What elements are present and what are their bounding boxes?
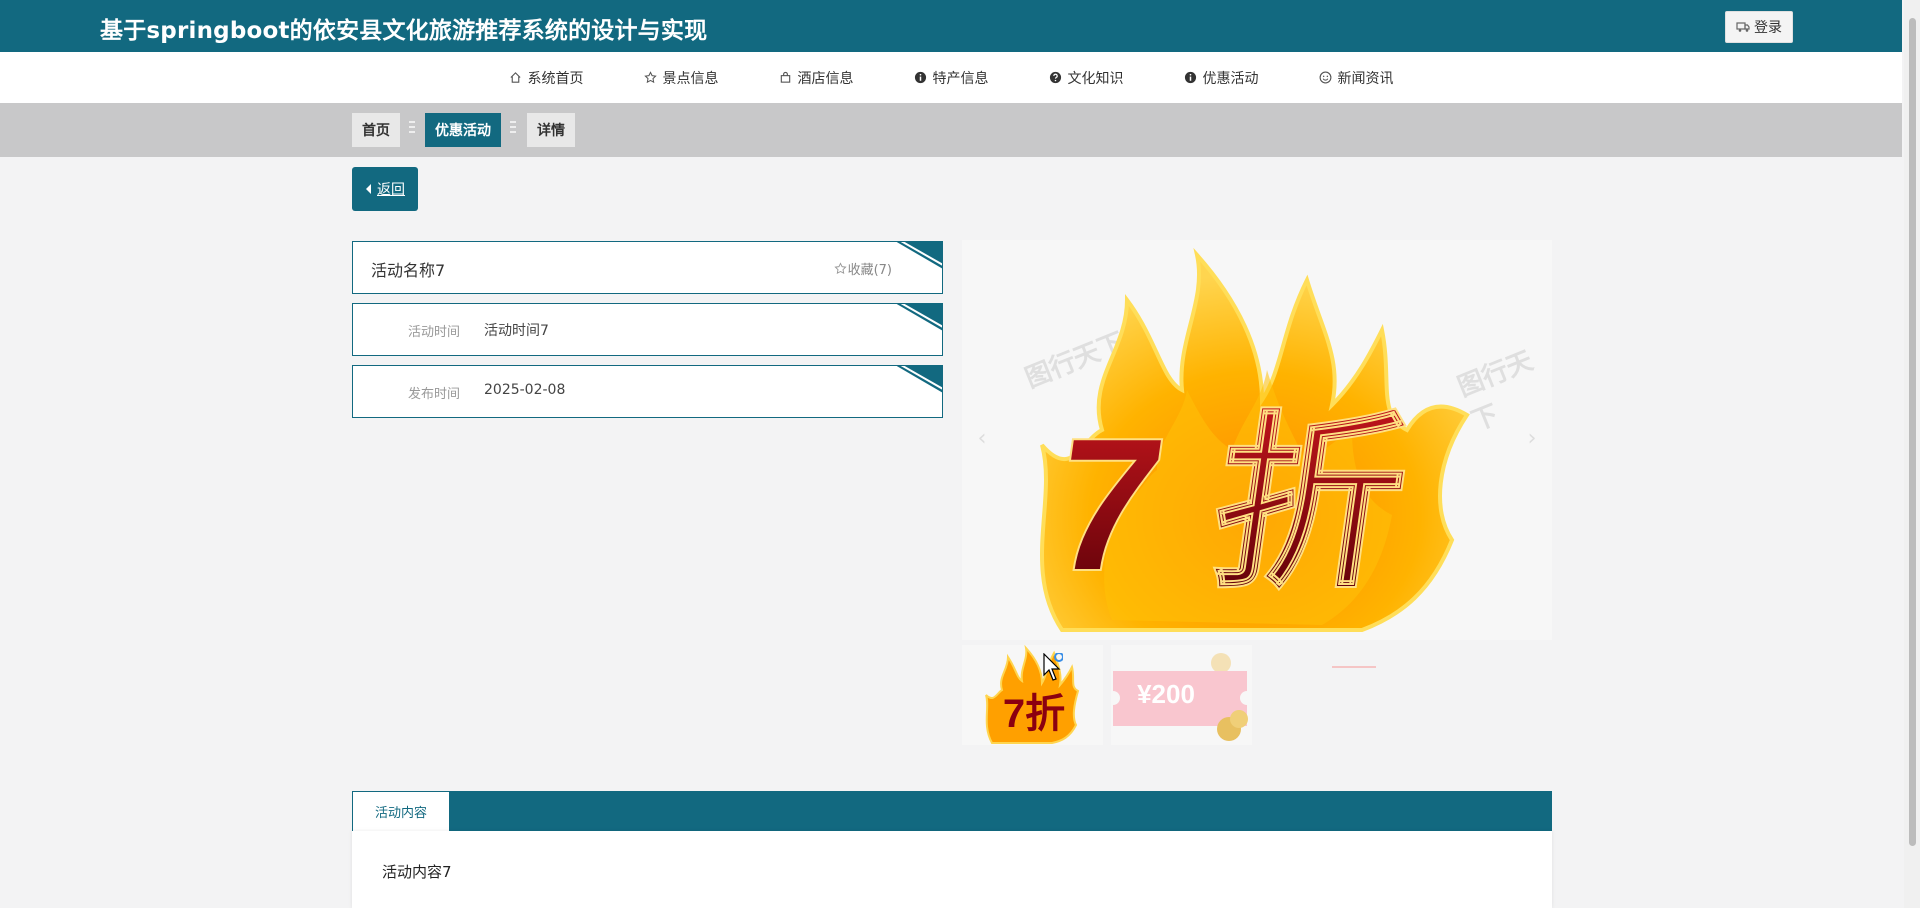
coupon-thumbnail-image: ¥200 xyxy=(1111,653,1252,741)
star-icon xyxy=(643,71,657,84)
nav-item-label: 文化知识 xyxy=(1067,70,1124,87)
activity-time-box: 活动时间 活动时间7 xyxy=(352,303,943,356)
next-arrow[interactable]: › xyxy=(1522,423,1542,453)
discount-text: 7 折 xyxy=(1041,399,1419,611)
login-label: 登录 xyxy=(1754,20,1782,36)
nav-item-culture[interactable]: 文化知识 xyxy=(1049,68,1124,88)
corner-ribbon xyxy=(896,242,942,269)
login-button[interactable]: 登录 xyxy=(1725,11,1793,43)
site-title: 基于springboot的依安县文化旅游推荐系统的设计与实现 xyxy=(100,18,708,44)
coupon-amount: ¥200 xyxy=(1137,679,1195,709)
thumbnail-2[interactable]: ¥200 xyxy=(1111,645,1252,745)
nav-item-label: 新闻资讯 xyxy=(1337,70,1394,87)
nav-item-promotions[interactable]: 优惠活动 xyxy=(1184,68,1259,88)
activity-name-box: 活动名称7 收藏(7) xyxy=(352,241,943,294)
back-label: 返回 xyxy=(377,182,405,198)
bag-icon xyxy=(780,71,790,83)
breadcrumb-separator xyxy=(409,121,415,137)
nav-item-news[interactable]: 新闻资讯 xyxy=(1319,68,1394,88)
back-button[interactable]: 返回 xyxy=(352,167,418,211)
nav-item-hotels[interactable]: 酒店信息 xyxy=(779,68,854,88)
field-value: 2025-02-08 xyxy=(484,382,566,398)
top-header: 基于springboot的依安县文化旅游推荐系统的设计与实现 登录 xyxy=(0,0,1902,52)
gallery-main-image: 图行天下 图行天下 7 折 ‹ › xyxy=(962,240,1552,640)
caret-left-icon xyxy=(366,184,371,194)
thumbnail-placeholder xyxy=(1332,666,1376,668)
info-icon xyxy=(1184,71,1196,84)
nav-item-attractions[interactable]: 景点信息 xyxy=(643,68,719,88)
breadcrumb-separator xyxy=(510,121,516,137)
main-nav: 系统首页 景点信息 酒店信息 特产信息 文化知识 优惠活动 新闻资讯 xyxy=(0,52,1902,103)
publish-time-box: 发布时间 2025-02-08 xyxy=(352,365,943,418)
star-outline-icon xyxy=(833,262,847,275)
field-label: 活动时间 xyxy=(408,325,461,340)
truck-icon xyxy=(1736,22,1750,32)
smile-icon xyxy=(1319,71,1331,84)
thumbnail-text: 7折 xyxy=(1003,692,1065,736)
field-label: 发布时间 xyxy=(408,387,461,402)
nav-item-home[interactable]: 系统首页 xyxy=(509,68,584,88)
tab-activity-content[interactable]: 活动内容 xyxy=(353,792,449,831)
nav-item-label: 优惠活动 xyxy=(1202,70,1259,87)
nav-item-label: 酒店信息 xyxy=(797,70,854,87)
question-icon xyxy=(1049,71,1061,84)
corner-ribbon xyxy=(896,366,942,393)
flame-thumbnail-image: 7折 xyxy=(985,645,1080,744)
breadcrumb-promotions[interactable]: 优惠活动 xyxy=(425,113,501,147)
info-icon xyxy=(914,71,926,84)
breadcrumb-home[interactable]: 首页 xyxy=(352,113,400,147)
favorite-label: 收藏(7) xyxy=(847,263,892,278)
favorite-button[interactable]: 收藏(7) xyxy=(833,259,892,278)
activity-name: 活动名称7 xyxy=(371,261,446,280)
breadcrumb: 首页 优惠活动 详情 xyxy=(0,103,1902,157)
nav-item-label: 景点信息 xyxy=(662,70,719,87)
content-tab-bar: 活动内容 xyxy=(352,791,1552,831)
field-value: 活动时间7 xyxy=(484,323,549,339)
activity-content: 活动内容7 xyxy=(382,863,452,881)
nav-item-label: 系统首页 xyxy=(527,70,584,87)
home-icon xyxy=(509,72,521,83)
mouse-cursor-icon xyxy=(1043,653,1063,681)
prev-arrow[interactable]: ‹ xyxy=(972,423,992,453)
page-scrollbar[interactable] xyxy=(1904,0,1920,908)
corner-ribbon xyxy=(896,304,942,331)
content-panel: 活动内容7 xyxy=(352,831,1552,908)
flame-discount-image: 7 折 xyxy=(1040,247,1470,632)
nav-item-label: 特产信息 xyxy=(932,70,989,87)
breadcrumb-detail: 详情 xyxy=(527,113,575,147)
scrollbar-thumb[interactable] xyxy=(1909,18,1916,846)
thumbnail-1[interactable]: 7折 xyxy=(962,645,1103,745)
nav-item-specialties[interactable]: 特产信息 xyxy=(914,68,989,88)
